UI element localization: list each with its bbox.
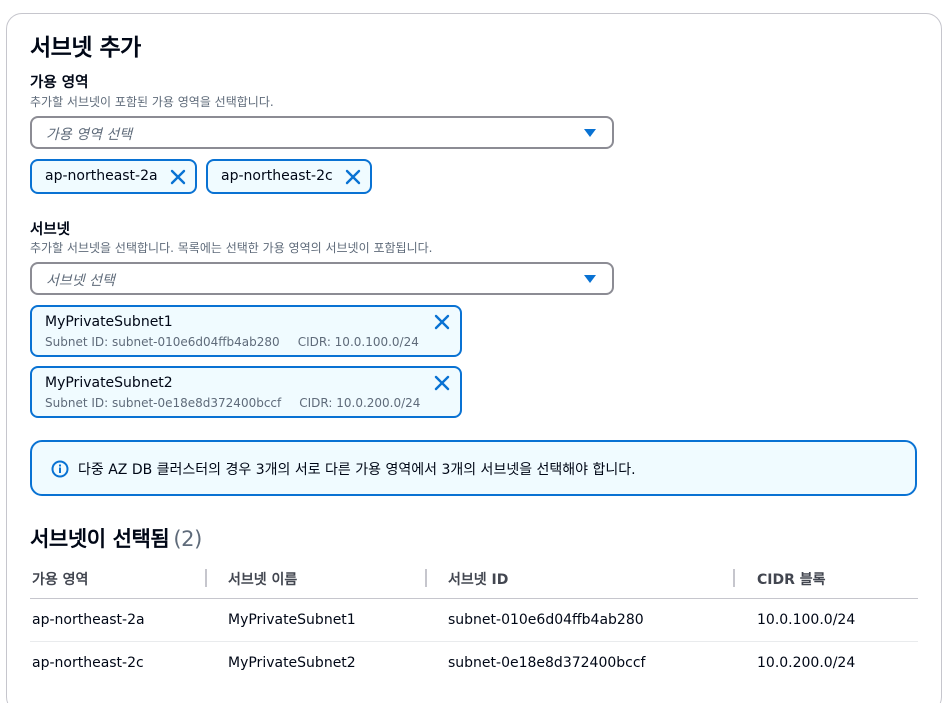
column-header-subnet-id[interactable]: 서브넷 ID: [448, 569, 508, 589]
info-icon: [51, 460, 69, 482]
subnet-token: MyPrivateSubnet2 Subnet ID: subnet-0e18e…: [30, 366, 462, 418]
close-icon[interactable]: [168, 167, 188, 187]
subnet-token-name: MyPrivateSubnet2: [45, 375, 173, 391]
selected-subnets-table: 가용 영역 서브넷 이름 서브넷 ID CIDR 블록 ap-northeast…: [30, 558, 918, 685]
close-icon[interactable]: [343, 167, 363, 187]
subnet-token-meta: Subnet ID: subnet-010e6d04ffb4ab280 CIDR:…: [45, 335, 437, 349]
cell-subnet-name: MyPrivateSubnet1: [228, 612, 356, 628]
subnet-token: MyPrivateSubnet1 Subnet ID: subnet-010e6…: [30, 305, 462, 357]
subnet-token-meta: Subnet ID: subnet-0e18e8d372400bccf CIDR:…: [45, 396, 438, 410]
column-divider[interactable]: [205, 569, 207, 587]
close-icon[interactable]: [432, 312, 452, 332]
subnet-select[interactable]: 서브넷 선택: [30, 262, 614, 295]
cell-az: ap-northeast-2a: [32, 612, 145, 628]
alert-message: 다중 AZ DB 클러스터의 경우 3개의 서로 다른 가용 영역에서 3개의 …: [78, 462, 636, 478]
column-header-cidr[interactable]: CIDR 블록: [757, 569, 826, 589]
table-row: ap-northeast-2a MyPrivateSubnet1 subnet-…: [30, 599, 918, 642]
az-description: 추가할 서브넷이 포함된 가용 영역을 선택합니다.: [30, 95, 274, 109]
column-divider[interactable]: [425, 569, 427, 587]
cell-subnet-id: subnet-010e6d04ffb4ab280: [448, 612, 644, 628]
cell-subnet-id: subnet-0e18e8d372400bccf: [448, 655, 646, 671]
selected-count: (2): [173, 527, 202, 551]
subnet-token-id: Subnet ID: subnet-0e18e8d372400bccf: [45, 396, 282, 410]
subnet-token-cidr: CIDR: 10.0.200.0/24: [299, 396, 421, 410]
subnet-token-name: MyPrivateSubnet1: [45, 314, 173, 330]
subnet-label: 서브넷: [30, 222, 71, 238]
subnet-token-id: Subnet ID: subnet-010e6d04ffb4ab280: [45, 335, 280, 349]
table-header: 가용 영역 서브넷 이름 서브넷 ID CIDR 블록: [30, 558, 918, 599]
column-divider[interactable]: [733, 569, 735, 587]
page-title: 서브넷 추가: [30, 35, 141, 61]
az-token: ap-northeast-2a: [30, 159, 197, 194]
az-token-label: ap-northeast-2c: [221, 168, 333, 184]
caret-down-icon: [584, 129, 596, 137]
cell-az: ap-northeast-2c: [32, 655, 144, 671]
table-row: ap-northeast-2c MyPrivateSubnet2 subnet-…: [30, 642, 918, 685]
info-alert: 다중 AZ DB 클러스터의 경우 3개의 서로 다른 가용 영역에서 3개의 …: [30, 440, 917, 496]
subnet-token-cidr: CIDR: 10.0.100.0/24: [297, 335, 419, 349]
az-label: 가용 영역: [30, 75, 89, 91]
cell-cidr: 10.0.200.0/24: [757, 655, 856, 671]
column-header-az[interactable]: 가용 영역: [32, 569, 88, 589]
az-token-label: ap-northeast-2a: [45, 168, 158, 184]
cell-subnet-name: MyPrivateSubnet2: [228, 655, 356, 671]
az-token: ap-northeast-2c: [206, 159, 372, 194]
close-icon[interactable]: [432, 373, 452, 393]
selected-subnets-heading: 서브넷이 선택됨 (2): [30, 523, 202, 553]
column-header-subnet-name[interactable]: 서브넷 이름: [228, 569, 297, 589]
az-select-placeholder: 가용 영역 선택: [46, 127, 133, 143]
az-select[interactable]: 가용 영역 선택: [30, 116, 614, 149]
subnet-description: 추가할 서브넷을 선택합니다. 목록에는 선택한 가용 영역의 서브넷이 포함됩…: [30, 241, 433, 255]
selected-subnets-title: 서브넷이 선택됨: [30, 527, 170, 551]
caret-down-icon: [584, 275, 596, 283]
cell-cidr: 10.0.100.0/24: [757, 612, 856, 628]
subnet-select-placeholder: 서브넷 선택: [46, 273, 115, 289]
